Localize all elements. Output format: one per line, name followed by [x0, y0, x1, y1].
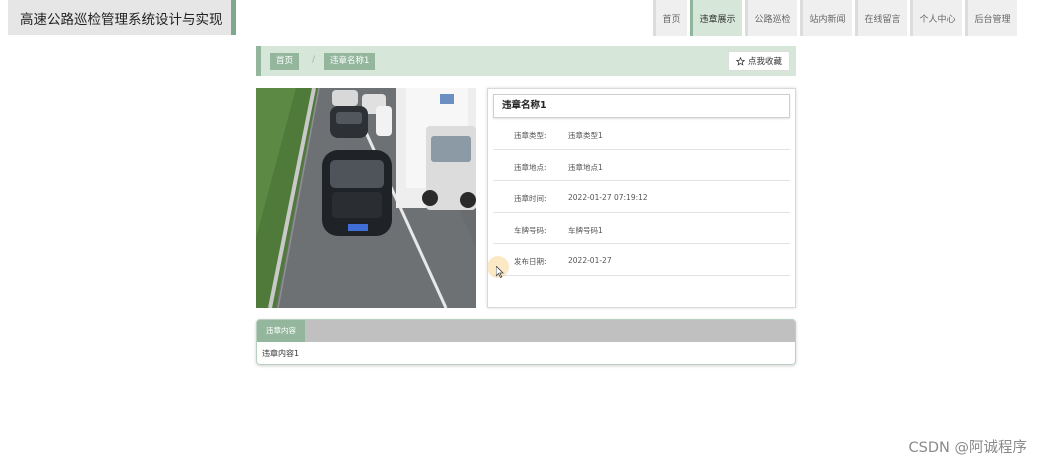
- field-value: 2022-01-27: [568, 256, 612, 265]
- violation-photo: [256, 88, 476, 308]
- star-icon: [735, 56, 745, 66]
- favorite-label: 点我收藏: [747, 57, 782, 67]
- field-label: 违章类型:: [514, 131, 547, 140]
- favorite-button[interactable]: 点我收藏: [727, 51, 790, 71]
- breadcrumb-separator: /: [312, 55, 316, 65]
- top-nav: 首页 违章展示 公路巡检 站内新闻 在线留言 个人中心 后台管理: [653, 0, 1020, 36]
- nav-item-violation-display[interactable]: 违章展示: [690, 0, 742, 36]
- detail-row-plate: 车牌号码: 车牌号码1: [493, 213, 790, 244]
- violation-content-panel: 违章内容 违章内容1: [256, 319, 796, 365]
- field-label: 车牌号码:: [514, 225, 547, 235]
- content-tabbar: 违章内容: [257, 320, 795, 342]
- detail-row-publish-date: 发布日期: 2022-01-27: [493, 244, 790, 276]
- field-value: 2022-01-27 07:19:12: [568, 193, 648, 202]
- field-label: 违章地点:: [514, 162, 547, 172]
- nav-item-highway-patrol[interactable]: 公路巡检: [745, 0, 797, 36]
- nav-item-admin[interactable]: 后台管理: [965, 0, 1017, 36]
- tab-violation-content[interactable]: 违章内容: [257, 320, 305, 342]
- nav-item-home[interactable]: 首页: [653, 0, 687, 36]
- nav-item-online-message[interactable]: 在线留言: [855, 0, 907, 36]
- field-label: 发布日期:: [514, 257, 547, 266]
- breadcrumb: 首页 / 违章名称1 点我收藏: [256, 46, 796, 76]
- detail-row-location: 违章地点: 违章地点1: [493, 150, 790, 181]
- detail-row-type: 违章类型: 违章类型1: [493, 118, 790, 150]
- field-value: 违章地点1: [568, 162, 603, 172]
- field-label: 违章时间:: [514, 194, 547, 203]
- watermark: CSDN @阿诚程序: [908, 440, 1027, 456]
- mouse-cursor-highlight: [487, 256, 509, 278]
- detail-row-time: 违章时间: 2022-01-27 07:19:12: [493, 181, 790, 213]
- nav-item-site-news[interactable]: 站内新闻: [800, 0, 852, 36]
- content-text: 违章内容1: [262, 349, 300, 358]
- detail-title: 违章名称1: [493, 94, 790, 118]
- cursor-arrow-icon: [496, 266, 504, 278]
- nav-item-personal-center[interactable]: 个人中心: [910, 0, 962, 36]
- field-value: 违章类型1: [568, 131, 603, 140]
- field-value: 车牌号码1: [568, 225, 603, 235]
- violation-detail-card: 违章名称1 违章类型: 违章类型1 违章地点: 违章地点1 违章时间: 2022…: [487, 88, 796, 308]
- breadcrumb-home[interactable]: 首页: [270, 53, 300, 70]
- site-title-block: 高速公路巡检管理系统设计与实现: [8, 0, 236, 35]
- site-title: 高速公路巡检管理系统设计与实现: [20, 12, 223, 28]
- breadcrumb-current: 违章名称1: [324, 53, 376, 70]
